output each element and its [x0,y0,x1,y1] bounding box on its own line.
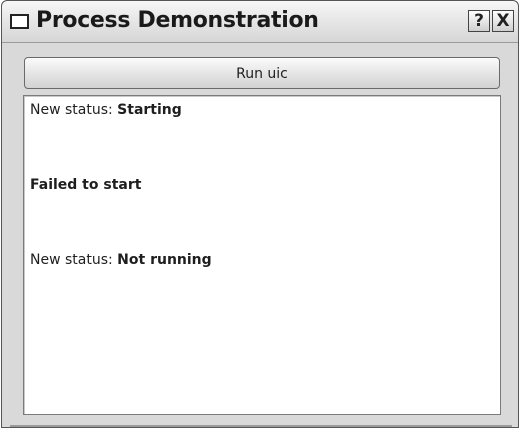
status-value: Not running [117,252,212,268]
window-icon[interactable] [10,14,29,29]
process-demo-window: Process Demonstration ? X Run uic New st… [1,0,519,428]
run-uic-button[interactable]: Run uic [24,57,500,89]
close-icon[interactable]: X [492,10,514,32]
status-value: Starting [117,102,182,118]
help-icon[interactable]: ? [468,10,490,32]
status-line: New status: Starting [30,102,182,118]
window-bottom-edge [10,425,512,427]
status-prefix: New status: [30,252,118,268]
status-line: New status: Not running [30,252,212,268]
status-prefix: New status: [30,102,118,118]
output-log[interactable]: New status: Starting Failed to start New… [23,95,501,415]
title-bar[interactable]: Process Demonstration ? X [2,1,518,43]
window-title: Process Demonstration [36,8,319,33]
error-line: Failed to start [30,177,142,193]
